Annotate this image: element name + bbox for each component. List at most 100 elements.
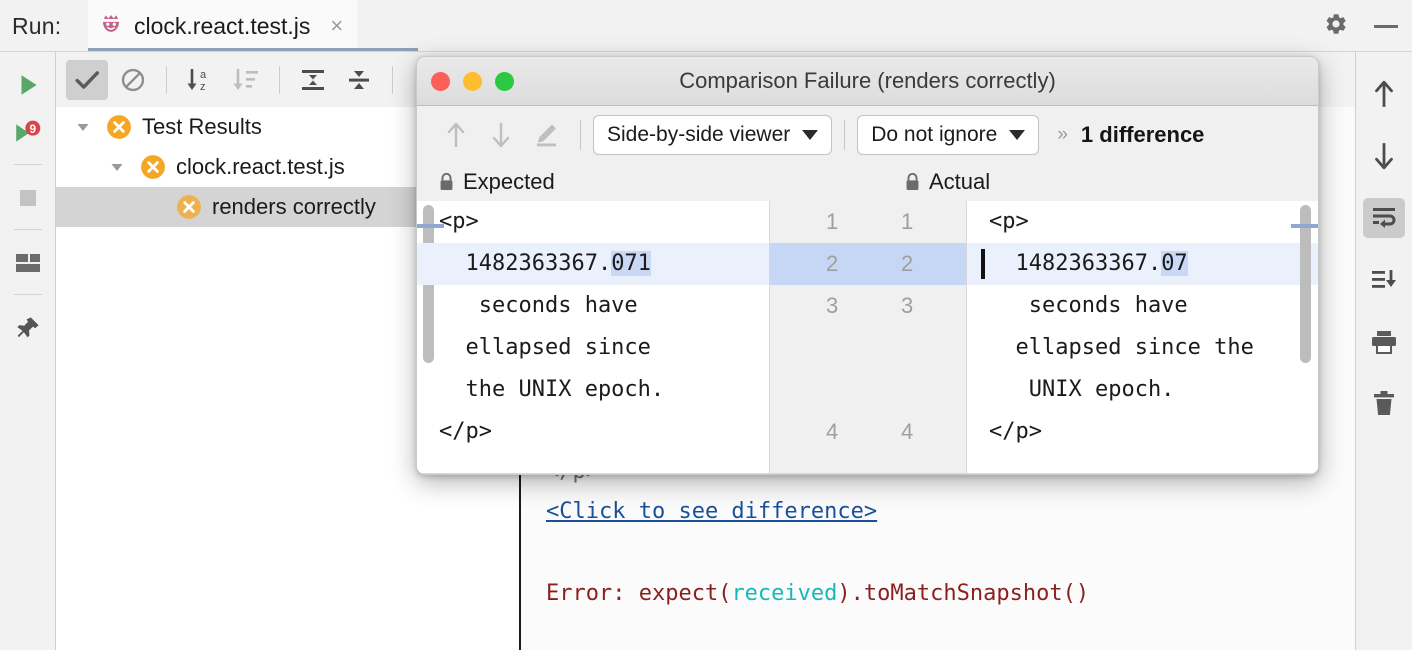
toolbar-divider — [279, 65, 280, 94]
viewer-mode-dropdown[interactable]: Side-by-side viewer — [593, 114, 833, 155]
console-error-line: Error: expect(received).toMatchSnapshot(… — [546, 581, 1089, 606]
actual-pane[interactable]: <p> 1482363367.07 seconds have ellapsed … — [967, 201, 1318, 474]
gutter-left-number: 2 — [826, 251, 839, 276]
gutter-left-number: 1 — [826, 209, 839, 234]
tree-row-label: Test Results — [142, 114, 262, 139]
jest-icon — [98, 13, 124, 39]
chevron-down-icon[interactable] — [106, 156, 128, 178]
soft-wrap-icon[interactable] — [1363, 198, 1405, 238]
diff-line: UNIX epoch. — [989, 377, 1175, 402]
toolbar-divider — [13, 229, 42, 230]
diff-line: the UNIX epoch. — [439, 377, 665, 402]
printer-icon[interactable] — [1363, 322, 1405, 362]
diff-body: <p> 1482363367.071 seconds have ellapsed… — [417, 201, 1318, 474]
comparison-failure-dialog[interactable]: Comparison Failure (renders correctly) S… — [416, 56, 1319, 475]
scroll-to-end-icon[interactable] — [1363, 260, 1405, 300]
diff-token: 071 — [611, 251, 651, 276]
rerun-button[interactable] — [13, 70, 43, 100]
viewer-mode-label: Side-by-side viewer — [607, 122, 791, 146]
status-failed-icon — [106, 114, 132, 140]
gutter-line-numbers: 33 — [770, 285, 966, 327]
collapse-all-button[interactable] — [338, 60, 380, 100]
chevron-down-icon[interactable] — [72, 116, 94, 138]
actual-header-label: Actual — [929, 169, 991, 194]
show-ignored-toggle[interactable] — [112, 60, 154, 100]
status-failed-icon — [140, 154, 166, 180]
toolbar-divider — [580, 119, 581, 150]
lock-icon — [905, 173, 920, 191]
diff-pane-headers: Expected Actual — [417, 163, 1318, 201]
expected-header-label: Expected — [463, 169, 555, 194]
actual-scroll-marker — [1291, 224, 1318, 228]
run-configuration-tab[interactable]: clock.react.test.js × — [88, 0, 358, 52]
gutter-right-number: 1 — [901, 209, 914, 234]
diff-line: </p> — [989, 419, 1042, 444]
tree-row-label: renders correctly — [212, 194, 376, 219]
status-failed-icon — [176, 194, 202, 220]
expected-header: Expected — [439, 169, 555, 195]
sort-by-duration-button[interactable] — [225, 60, 267, 100]
toolbar-divider — [166, 65, 167, 94]
diff-line: <p> — [989, 209, 1029, 234]
run-label: Run: — [12, 12, 62, 39]
traffic-lights — [431, 71, 514, 91]
layout-grid-icon[interactable] — [13, 248, 43, 278]
diff-line: ellapsed since — [439, 335, 651, 360]
run-actions-toolbar: 9 — [0, 52, 55, 650]
ignore-mode-label: Do not ignore — [871, 122, 998, 146]
minimize-window-button[interactable] — [463, 71, 482, 91]
error-received: received — [731, 581, 838, 606]
click-to-see-difference-link[interactable]: <Click to see difference> — [546, 499, 877, 524]
gutter-line-numbers: 44 — [770, 411, 966, 453]
gutter-right-number: 4 — [901, 419, 914, 444]
svg-text:a: a — [200, 69, 207, 81]
diff-toolbar: Side-by-side viewer Do not ignore » 1 di… — [417, 106, 1318, 163]
zoom-window-button[interactable] — [495, 71, 514, 91]
rerun-failed-button[interactable]: 9 — [13, 118, 43, 148]
close-window-button[interactable] — [431, 71, 450, 91]
arrow-up-icon[interactable] — [1363, 74, 1405, 114]
window-controls — [1324, 0, 1398, 52]
diff-line: </p> — [439, 419, 492, 444]
gutter-right-number: 2 — [901, 251, 914, 276]
diff-line: seconds have — [989, 293, 1188, 318]
previous-difference-button[interactable] — [433, 115, 478, 155]
arrow-down-icon[interactable] — [1363, 136, 1405, 176]
expected-pane[interactable]: <p> 1482363367.071 seconds have ellapsed… — [417, 201, 770, 474]
diff-token: 07 — [1161, 251, 1188, 276]
diff-line: 1482363367.071 — [417, 243, 769, 285]
gutter-line-numbers: 22 — [770, 243, 966, 285]
diff-line: seconds have — [439, 293, 638, 318]
run-tool-window-header: Run: clock.react.test.js × — [0, 0, 1412, 52]
gear-icon[interactable] — [1324, 12, 1348, 41]
pin-icon[interactable] — [13, 313, 43, 343]
chevron-down-icon — [1009, 129, 1026, 140]
gutter-line-numbers: 11 — [770, 201, 966, 243]
sort-alphabetically-button[interactable]: a z — [179, 60, 221, 100]
trash-icon[interactable] — [1363, 384, 1405, 424]
tree-row-label: clock.react.test.js — [176, 154, 345, 179]
error-suffix: ).toMatchSnapshot() — [837, 581, 1090, 606]
gutter-left-number: 3 — [826, 293, 839, 318]
diff-line: <p> — [439, 209, 479, 234]
actual-header: Actual — [905, 169, 990, 195]
actual-code: <p> 1482363367.07 seconds have ellapsed … — [967, 201, 1318, 453]
dialog-titlebar[interactable]: Comparison Failure (renders correctly) — [417, 57, 1318, 106]
next-difference-button[interactable] — [478, 115, 523, 155]
show-passed-toggle[interactable] — [66, 59, 108, 100]
stop-button[interactable] — [13, 183, 43, 213]
gutter-right-number: 3 — [901, 293, 914, 318]
dialog-title: Comparison Failure (renders correctly) — [679, 68, 1056, 93]
dialog-bottom-edge — [417, 473, 1318, 474]
close-icon[interactable]: × — [330, 15, 343, 37]
toolbar-divider — [844, 119, 846, 150]
ignore-mode-dropdown[interactable]: Do not ignore — [857, 114, 1040, 155]
diff-line-number-gutter: 11223344 — [770, 201, 967, 474]
expand-all-button[interactable] — [292, 60, 334, 100]
toolbar-divider — [392, 65, 393, 94]
actual-scrollbar[interactable] — [1300, 205, 1311, 363]
chevron-down-icon — [802, 129, 819, 140]
double-chevron-right-icon[interactable]: » — [1057, 124, 1068, 146]
pencil-icon[interactable] — [523, 115, 568, 155]
minimize-icon[interactable] — [1374, 24, 1398, 28]
